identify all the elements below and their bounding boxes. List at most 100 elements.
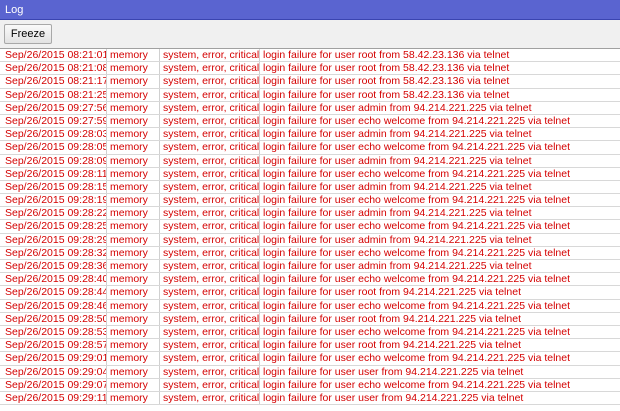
log-row[interactable]: Sep/26/2015 09:29:01 memory system, error,… <box>0 352 620 366</box>
log-buffer-cell: memory <box>107 180 160 194</box>
log-row[interactable]: Sep/26/2015 08:21:17 memory system, error,… <box>0 75 620 89</box>
log-time-cell: Sep/26/2015 09:28:11 <box>2 167 107 180</box>
log-time-cell: Sep/26/2015 09:28:53 <box>2 325 107 339</box>
log-time-cell: Sep/26/2015 09:29:01 <box>2 352 107 365</box>
log-time-cell: Sep/26/2015 09:28:09 <box>2 154 107 167</box>
log-buffer-cell: memory <box>107 365 160 378</box>
log-buffer-cell: memory <box>107 339 160 352</box>
log-message-cell: login failure for user echo welcome from… <box>263 220 571 233</box>
log-time-cell: Sep/26/2015 09:28:57 <box>2 339 107 352</box>
log-buffer-cell: memory <box>107 352 160 365</box>
log-topics-cell: system, error, critical <box>160 180 260 194</box>
log-row[interactable]: Sep/26/2015 09:28:53 memory system, error,… <box>0 325 620 340</box>
log-row[interactable]: Sep/26/2015 09:28:09 memory system, error,… <box>0 154 620 168</box>
log-time-cell: Sep/26/2015 09:28:03 <box>2 128 107 141</box>
log-message-cell: login failure for user echo welcome from… <box>263 194 571 207</box>
log-buffer-cell: memory <box>107 194 160 207</box>
log-row[interactable]: Sep/26/2015 09:28:22 memory system, error,… <box>0 207 620 221</box>
log-row[interactable]: Sep/26/2015 09:28:03 memory system, error,… <box>0 128 620 142</box>
log-row[interactable]: Sep/26/2015 09:29:11 memory system, error,… <box>0 391 620 406</box>
log-row[interactable]: Sep/26/2015 09:28:11 memory system, error,… <box>0 167 620 181</box>
log-time-cell: Sep/26/2015 09:28:44 <box>2 286 107 299</box>
log-message-cell: login failure for user echo welcome from… <box>263 273 571 286</box>
log-message-cell: login failure for user admin from 94.214… <box>263 233 532 246</box>
log-topics-cell: system, error, critical <box>160 207 260 220</box>
log-topics-cell: system, error, critical <box>160 88 260 101</box>
log-time-cell: Sep/26/2015 09:29:07 <box>2 378 107 391</box>
log-time-cell: Sep/26/2015 09:28:19 <box>2 194 107 207</box>
log-message-cell: login failure for user admin from 94.214… <box>263 207 532 220</box>
log-row[interactable]: Sep/26/2015 09:29:07 memory system, error,… <box>0 378 620 392</box>
log-message-cell: login failure for user echo welcome from… <box>263 114 571 127</box>
log-topics-cell: system, error, critical <box>160 167 260 180</box>
log-row[interactable]: Sep/26/2015 09:28:36 memory system, error,… <box>0 260 620 274</box>
log-topics-cell: system, error, critical <box>160 273 260 286</box>
log-time-cell: Sep/26/2015 09:28:40 <box>2 273 107 286</box>
log-row[interactable]: Sep/26/2015 09:28:32 memory system, error,… <box>0 246 620 260</box>
log-buffer-cell: memory <box>107 220 160 233</box>
log-buffer-cell: memory <box>107 49 160 62</box>
log-time-cell: Sep/26/2015 09:29:04 <box>2 365 107 378</box>
log-buffer-cell: memory <box>107 141 160 154</box>
log-row[interactable]: Sep/26/2015 09:28:05 memory system, error,… <box>0 141 620 155</box>
log-row[interactable]: Sep/26/2015 09:28:46 memory system, error,… <box>0 299 620 313</box>
log-row[interactable]: Sep/26/2015 09:27:56 memory system, error,… <box>0 101 620 115</box>
log-message-cell: login failure for user admin from 94.214… <box>263 180 532 193</box>
log-topics-cell: system, error, critical <box>160 114 260 128</box>
log-buffer-cell: memory <box>107 114 160 128</box>
log-topics-cell: system, error, critical <box>160 141 260 154</box>
log-topics-cell: system, error, critical <box>160 128 260 141</box>
log-table: Sep/26/2015 08:21:01 memory system, error,… <box>0 48 620 411</box>
log-row[interactable]: Sep/26/2015 09:28:44 memory system, error,… <box>0 286 620 300</box>
log-time-cell: Sep/26/2015 08:21:01 <box>2 49 107 62</box>
toolbar: Freeze <box>0 20 620 46</box>
log-row[interactable]: Sep/26/2015 09:28:29 memory system, error,… <box>0 233 620 247</box>
log-topics-cell: system, error, critical <box>160 246 260 259</box>
log-buffer-cell: memory <box>107 378 160 391</box>
log-message-cell: login failure for user root from 94.214.… <box>263 339 521 352</box>
log-row[interactable]: Sep/26/2015 09:28:25 memory system, error,… <box>0 220 620 234</box>
log-message-cell: login failure for user echo welcome from… <box>263 299 571 312</box>
log-topics-cell: system, error, critical <box>160 233 260 246</box>
log-topics-cell: system, error, critical <box>160 339 260 352</box>
log-time-cell: Sep/26/2015 08:21:25 <box>2 88 107 101</box>
log-message-cell: login failure for user admin from 94.214… <box>263 101 532 114</box>
log-row[interactable]: Sep/26/2015 08:21:25 memory system, error,… <box>0 88 620 102</box>
log-buffer-cell: memory <box>107 75 160 88</box>
log-message-cell: login failure for user root from 94.214.… <box>263 312 521 325</box>
log-topics-cell: system, error, critical <box>160 378 260 391</box>
log-message-cell: login failure for user admin from 94.214… <box>263 260 532 272</box>
log-topics-cell: system, error, critical <box>160 299 260 312</box>
log-topics-cell: system, error, critical <box>160 101 260 114</box>
log-row[interactable]: Sep/26/2015 09:28:19 memory system, error,… <box>0 194 620 208</box>
log-row[interactable]: Sep/26/2015 09:28:50 memory system, error,… <box>0 312 620 326</box>
log-topics-cell: system, error, critical <box>160 312 260 325</box>
log-message-cell: login failure for user root from 58.42.2… <box>263 49 510 61</box>
log-row[interactable]: Sep/26/2015 09:27:59 memory system, error,… <box>0 114 620 129</box>
log-time-cell: Sep/26/2015 09:29:11 <box>2 391 107 405</box>
log-topics-cell: system, error, critical <box>160 325 260 339</box>
log-row[interactable]: Sep/26/2015 08:21:08 memory system, error,… <box>0 62 620 76</box>
log-row[interactable]: Sep/26/2015 09:28:40 memory system, error,… <box>0 273 620 287</box>
log-row[interactable]: Sep/26/2015 08:21:01 memory system, error,… <box>0 49 620 63</box>
log-time-cell: Sep/26/2015 08:21:08 <box>2 62 107 75</box>
log-row[interactable]: Sep/26/2015 09:29:04 memory system, error,… <box>0 365 620 379</box>
log-topics-cell: system, error, critical <box>160 154 260 167</box>
log-buffer-cell: memory <box>107 312 160 325</box>
log-message-cell: login failure for user root from 94.214.… <box>263 286 521 299</box>
log-time-cell: Sep/26/2015 09:28:32 <box>2 246 107 259</box>
log-time-cell: Sep/26/2015 09:27:56 <box>2 101 107 114</box>
log-row[interactable]: Sep/26/2015 09:28:57 memory system, error,… <box>0 339 620 353</box>
log-buffer-cell: memory <box>107 286 160 299</box>
log-message-cell: login failure for user admin from 94.214… <box>263 154 532 167</box>
log-message-cell: login failure for user root from 58.42.2… <box>263 62 510 75</box>
log-buffer-cell: memory <box>107 62 160 75</box>
log-buffer-cell: memory <box>107 207 160 220</box>
log-row[interactable]: Sep/26/2015 09:28:15 memory system, error,… <box>0 180 620 195</box>
log-time-cell: Sep/26/2015 09:28:29 <box>2 233 107 246</box>
log-buffer-cell: memory <box>107 260 160 273</box>
log-time-cell: Sep/26/2015 09:28:15 <box>2 180 107 194</box>
freeze-button[interactable]: Freeze <box>4 24 52 44</box>
log-topics-cell: system, error, critical <box>160 260 260 273</box>
log-message-cell: login failure for user echo welcome from… <box>263 167 571 180</box>
